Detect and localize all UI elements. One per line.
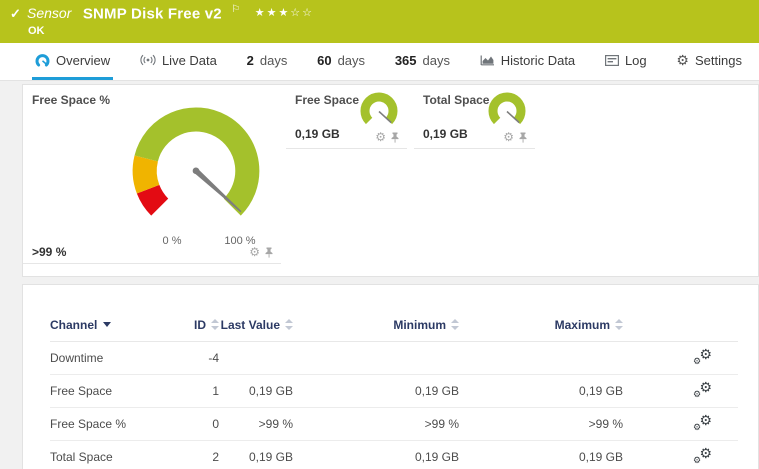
sort-icon	[615, 319, 623, 330]
priority-stars[interactable]: ★★★☆☆	[255, 7, 314, 19]
gauge-icon	[35, 53, 50, 67]
pin-icon[interactable]	[518, 132, 528, 143]
column-header-edit	[623, 285, 738, 342]
tab-2-days[interactable]: 2 days	[244, 43, 291, 80]
gauge-cell-free-space-percent: Free Space % 0 % 100 % >99 % ⚙	[23, 85, 281, 264]
pin-icon[interactable]	[264, 247, 274, 258]
sort-desc-icon	[103, 322, 112, 327]
gauge-value: 0,19 GB	[423, 127, 468, 141]
channel-minimum: 0,19 GB	[293, 374, 459, 408]
edit-channel-icon[interactable]: ⚙ ⚙	[693, 380, 712, 399]
channel-id: 2	[170, 440, 219, 469]
pin-icon[interactable]	[390, 132, 400, 143]
tab-label: Overview	[56, 52, 111, 68]
tab-unit: days	[337, 52, 366, 68]
channel-minimum: 0,19 GB	[293, 440, 459, 469]
channel-name: Free Space	[50, 374, 170, 408]
gauge-settings-gear-icon[interactable]: ⚙	[503, 131, 514, 143]
table-row-downtime: Downtime -4 ⚙ ⚙	[50, 341, 738, 375]
tab-historic-data[interactable]: Historic Data	[477, 43, 578, 80]
tab-settings[interactable]: ⚙ Settings	[673, 43, 745, 80]
gauges-panel: Free Space % 0 % 100 % >99 % ⚙ Free Spac…	[22, 84, 759, 277]
log-list-icon	[604, 54, 619, 66]
status-ok-check-icon: ✓	[10, 6, 21, 21]
object-kind-label: Sensor	[27, 5, 72, 22]
gauge-title: Free Space	[295, 93, 360, 107]
free-space-gauge	[360, 92, 398, 125]
column-header-last-value[interactable]: Last Value	[219, 285, 293, 342]
tab-label: Settings	[694, 52, 742, 68]
gauge-min-label: 0 %	[162, 235, 182, 247]
tab-unit: days	[259, 52, 288, 68]
sort-icon	[211, 319, 219, 330]
edit-channel-icon[interactable]: ⚙ ⚙	[693, 347, 712, 366]
tab-number: 365	[394, 52, 417, 68]
tab-365-days[interactable]: 365 days	[392, 43, 453, 80]
column-header-minimum[interactable]: Minimum	[293, 285, 459, 342]
gauge-title: Total Space	[423, 93, 490, 107]
tab-overview[interactable]: Overview	[32, 43, 114, 80]
channel-maximum: >99 %	[459, 407, 623, 441]
sensor-tabbar: Overview Live Data 2 days 60 days 365 da…	[0, 43, 759, 81]
gauge-value: >99 %	[32, 245, 67, 259]
table-row-total-space: Total Space 2 0,19 GB 0,19 GB 0,19 GB ⚙ ⚙	[50, 440, 738, 469]
channel-id: -4	[170, 341, 219, 375]
channel-name: Free Space %	[50, 407, 170, 441]
channel-name: Downtime	[50, 341, 170, 375]
channel-last-value	[219, 341, 293, 375]
sort-icon	[285, 319, 293, 330]
channel-table: Channel ID Last Value Minimum Maximum Do…	[50, 285, 738, 469]
tab-unit: days	[422, 52, 450, 68]
sensor-name: SNMP Disk Free v2	[82, 5, 222, 23]
tab-number: 2	[246, 52, 254, 68]
tab-label: Historic Data	[500, 52, 576, 68]
column-header-id[interactable]: ID	[170, 285, 219, 342]
channel-last-value: >99 %	[219, 407, 293, 441]
flag-icon[interactable]: ⚐	[231, 4, 240, 15]
total-space-gauge	[488, 92, 526, 125]
status-badge: OK	[28, 25, 45, 37]
channel-maximum: 0,19 GB	[459, 440, 623, 469]
channel-id: 0	[170, 407, 219, 441]
gauge-value: 0,19 GB	[295, 127, 340, 141]
channel-table-panel: Channel ID Last Value Minimum Maximum Do…	[22, 284, 759, 469]
table-row-free-space: Free Space 1 0,19 GB 0,19 GB 0,19 GB ⚙ ⚙	[50, 374, 738, 408]
gauge-title: Free Space %	[32, 93, 111, 107]
broadcast-icon	[140, 54, 156, 66]
area-chart-icon	[480, 54, 495, 66]
channel-id: 1	[170, 374, 219, 408]
gauge-cell-free-space: Free Space 0,19 GB ⚙	[286, 85, 407, 149]
sensor-overview-page: ✓ Sensor SNMP Disk Free v2 ⚐ ★★★☆☆ OK Ov…	[0, 0, 759, 469]
sensor-status-bar: ✓ Sensor SNMP Disk Free v2 ⚐ ★★★☆☆ OK	[0, 0, 759, 43]
tab-60-days[interactable]: 60 days	[314, 43, 368, 80]
tab-number: 60	[317, 52, 332, 68]
channel-last-value: 0,19 GB	[219, 440, 293, 469]
free-space-percent-gauge	[132, 107, 260, 216]
table-row-free-space-percent: Free Space % 0 >99 % >99 % >99 % ⚙ ⚙	[50, 407, 738, 441]
channel-minimum	[293, 341, 459, 375]
channel-name: Total Space	[50, 440, 170, 469]
column-header-maximum[interactable]: Maximum	[459, 285, 623, 342]
edit-channel-icon[interactable]: ⚙ ⚙	[693, 446, 712, 465]
gear-icon: ⚙	[676, 52, 689, 68]
tab-label: Log	[624, 52, 647, 68]
channel-maximum: 0,19 GB	[459, 374, 623, 408]
tab-log[interactable]: Log	[602, 43, 650, 80]
sensor-title-line: Sensor SNMP Disk Free v2 ⚐ ★★★☆☆	[27, 4, 314, 23]
edit-channel-icon[interactable]: ⚙ ⚙	[693, 413, 712, 432]
sort-icon	[451, 319, 459, 330]
gauge-settings-gear-icon[interactable]: ⚙	[249, 246, 260, 258]
gauge-settings-gear-icon[interactable]: ⚙	[375, 131, 386, 143]
tab-live-data[interactable]: Live Data	[137, 43, 220, 80]
column-header-channel[interactable]: Channel	[50, 285, 170, 342]
channel-last-value: 0,19 GB	[219, 374, 293, 408]
channel-minimum: >99 %	[293, 407, 459, 441]
gauge-cell-total-space: Total Space 0,19 GB ⚙	[414, 85, 535, 149]
tab-label: Live Data	[161, 52, 217, 68]
channel-table-header-row: Channel ID Last Value Minimum Maximum	[50, 285, 738, 342]
channel-maximum	[459, 341, 623, 375]
